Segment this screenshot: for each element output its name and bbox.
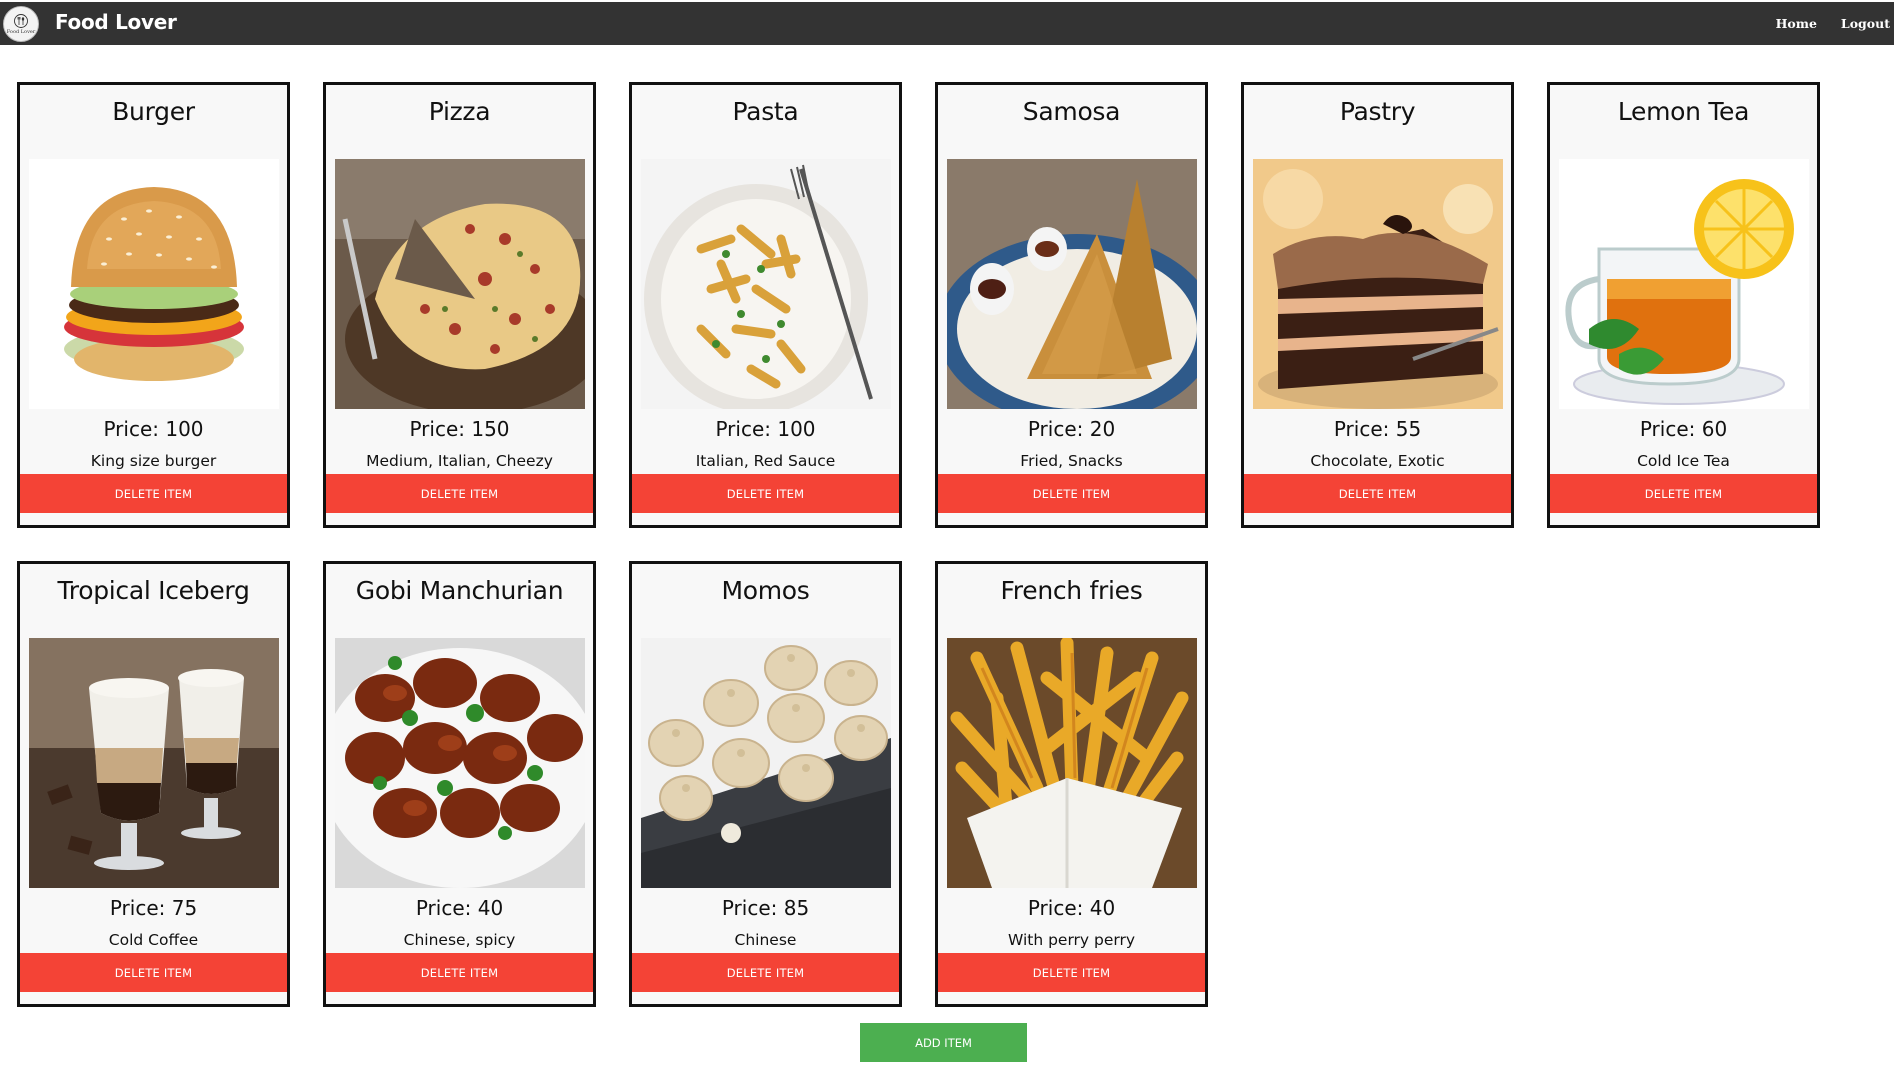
logo-text: Food Lover — [6, 29, 36, 35]
samosa-image — [947, 159, 1197, 409]
pasta-image — [641, 159, 891, 409]
item-description: Cold Coffee — [108, 931, 199, 949]
item-description: Chocolate, Exotic — [1310, 452, 1445, 470]
food-card: Pasta Price: 100 Italian, Red Sauce DELE… — [629, 82, 902, 528]
french-fries-image — [947, 638, 1197, 888]
item-name: Gobi Manchurian — [355, 576, 564, 605]
delete-item-button[interactable]: DELETE ITEM — [326, 953, 593, 992]
item-name: Pizza — [428, 97, 491, 126]
delete-item-button[interactable]: DELETE ITEM — [20, 953, 287, 992]
delete-item-button[interactable]: DELETE ITEM — [326, 474, 593, 513]
item-price: Price: 55 — [1333, 417, 1422, 441]
item-description: Medium, Italian, Cheezy — [366, 452, 553, 470]
delete-item-button[interactable]: DELETE ITEM — [1550, 474, 1817, 513]
item-description: Fried, Snacks — [1020, 452, 1123, 470]
item-name: Pastry — [1339, 97, 1416, 126]
item-description: Italian, Red Sauce — [695, 452, 836, 470]
item-name: Pasta — [732, 97, 799, 126]
item-description: King size burger — [90, 452, 217, 470]
food-card: Gobi Manchurian Price: 40 Chinese, spicy… — [323, 561, 596, 1007]
delete-item-button[interactable]: DELETE ITEM — [938, 474, 1205, 513]
item-price: Price: 40 — [1027, 896, 1116, 920]
gobi-manchurian-image — [335, 638, 585, 888]
item-name: Momos — [721, 576, 810, 605]
item-name: Tropical Iceberg — [57, 576, 250, 605]
item-description: With perry perry — [1007, 931, 1136, 949]
delete-item-button[interactable]: DELETE ITEM — [1244, 474, 1511, 513]
cold-coffee-image — [29, 638, 279, 888]
item-price: Price: 85 — [721, 896, 810, 920]
item-price: Price: 20 — [1027, 417, 1116, 441]
lemon-tea-image — [1559, 159, 1809, 409]
item-price: Price: 75 — [109, 896, 198, 920]
item-name: Lemon Tea — [1617, 97, 1750, 126]
food-card: Pastry Price: 55 Chocolate, Exotic DELET… — [1241, 82, 1514, 528]
item-description: Cold Ice Tea — [1637, 452, 1730, 470]
delete-item-button[interactable]: DELETE ITEM — [938, 953, 1205, 992]
pizza-image — [335, 159, 585, 409]
food-lover-logo[interactable]: Food Lover — [3, 6, 39, 42]
item-price: Price: 40 — [415, 896, 504, 920]
food-card: French fries Price: 40 With perry perry … — [935, 561, 1208, 1007]
item-name: Burger — [112, 97, 195, 126]
brand-title[interactable]: Food Lover — [55, 2, 177, 45]
food-card: Pizza Price: 150 Medium, Italian, Cheezy… — [323, 82, 596, 528]
add-item-button[interactable]: ADD ITEM — [860, 1023, 1027, 1062]
burger-image — [29, 159, 279, 409]
nav-links: Home Logout — [1764, 2, 1890, 45]
pastry-image — [1253, 159, 1503, 409]
item-description: Chinese, spicy — [403, 931, 516, 949]
delete-item-button[interactable]: DELETE ITEM — [632, 474, 899, 513]
nav-home-link[interactable]: Home — [1776, 16, 1817, 31]
item-description: Chinese — [734, 931, 797, 949]
food-card: Momos Price: 85 Chinese DELETE ITEM — [629, 561, 902, 1007]
item-name: Samosa — [1022, 97, 1121, 126]
food-card: Samosa Price: 20 Fried, Snacks DELETE IT… — [935, 82, 1208, 528]
item-price: Price: 100 — [103, 417, 204, 441]
delete-item-button[interactable]: DELETE ITEM — [632, 953, 899, 992]
delete-item-button[interactable]: DELETE ITEM — [20, 474, 287, 513]
item-name: French fries — [1000, 576, 1143, 605]
fork-spoon-icon — [14, 14, 28, 28]
top-navbar: Food Lover Food Lover Home Logout — [0, 2, 1894, 45]
item-price: Price: 100 — [715, 417, 816, 441]
food-card: Burger Price: 100 King size burger DELET… — [17, 82, 290, 528]
item-price: Price: 60 — [1639, 417, 1728, 441]
food-card: Lemon Tea Price: 60 Cold Ice Tea DELETE … — [1547, 82, 1820, 528]
food-card: Tropical Iceberg Price: 75 Cold Coffee D… — [17, 561, 290, 1007]
momos-image — [641, 638, 891, 888]
item-price: Price: 150 — [409, 417, 510, 441]
nav-logout-link[interactable]: Logout — [1841, 16, 1890, 31]
